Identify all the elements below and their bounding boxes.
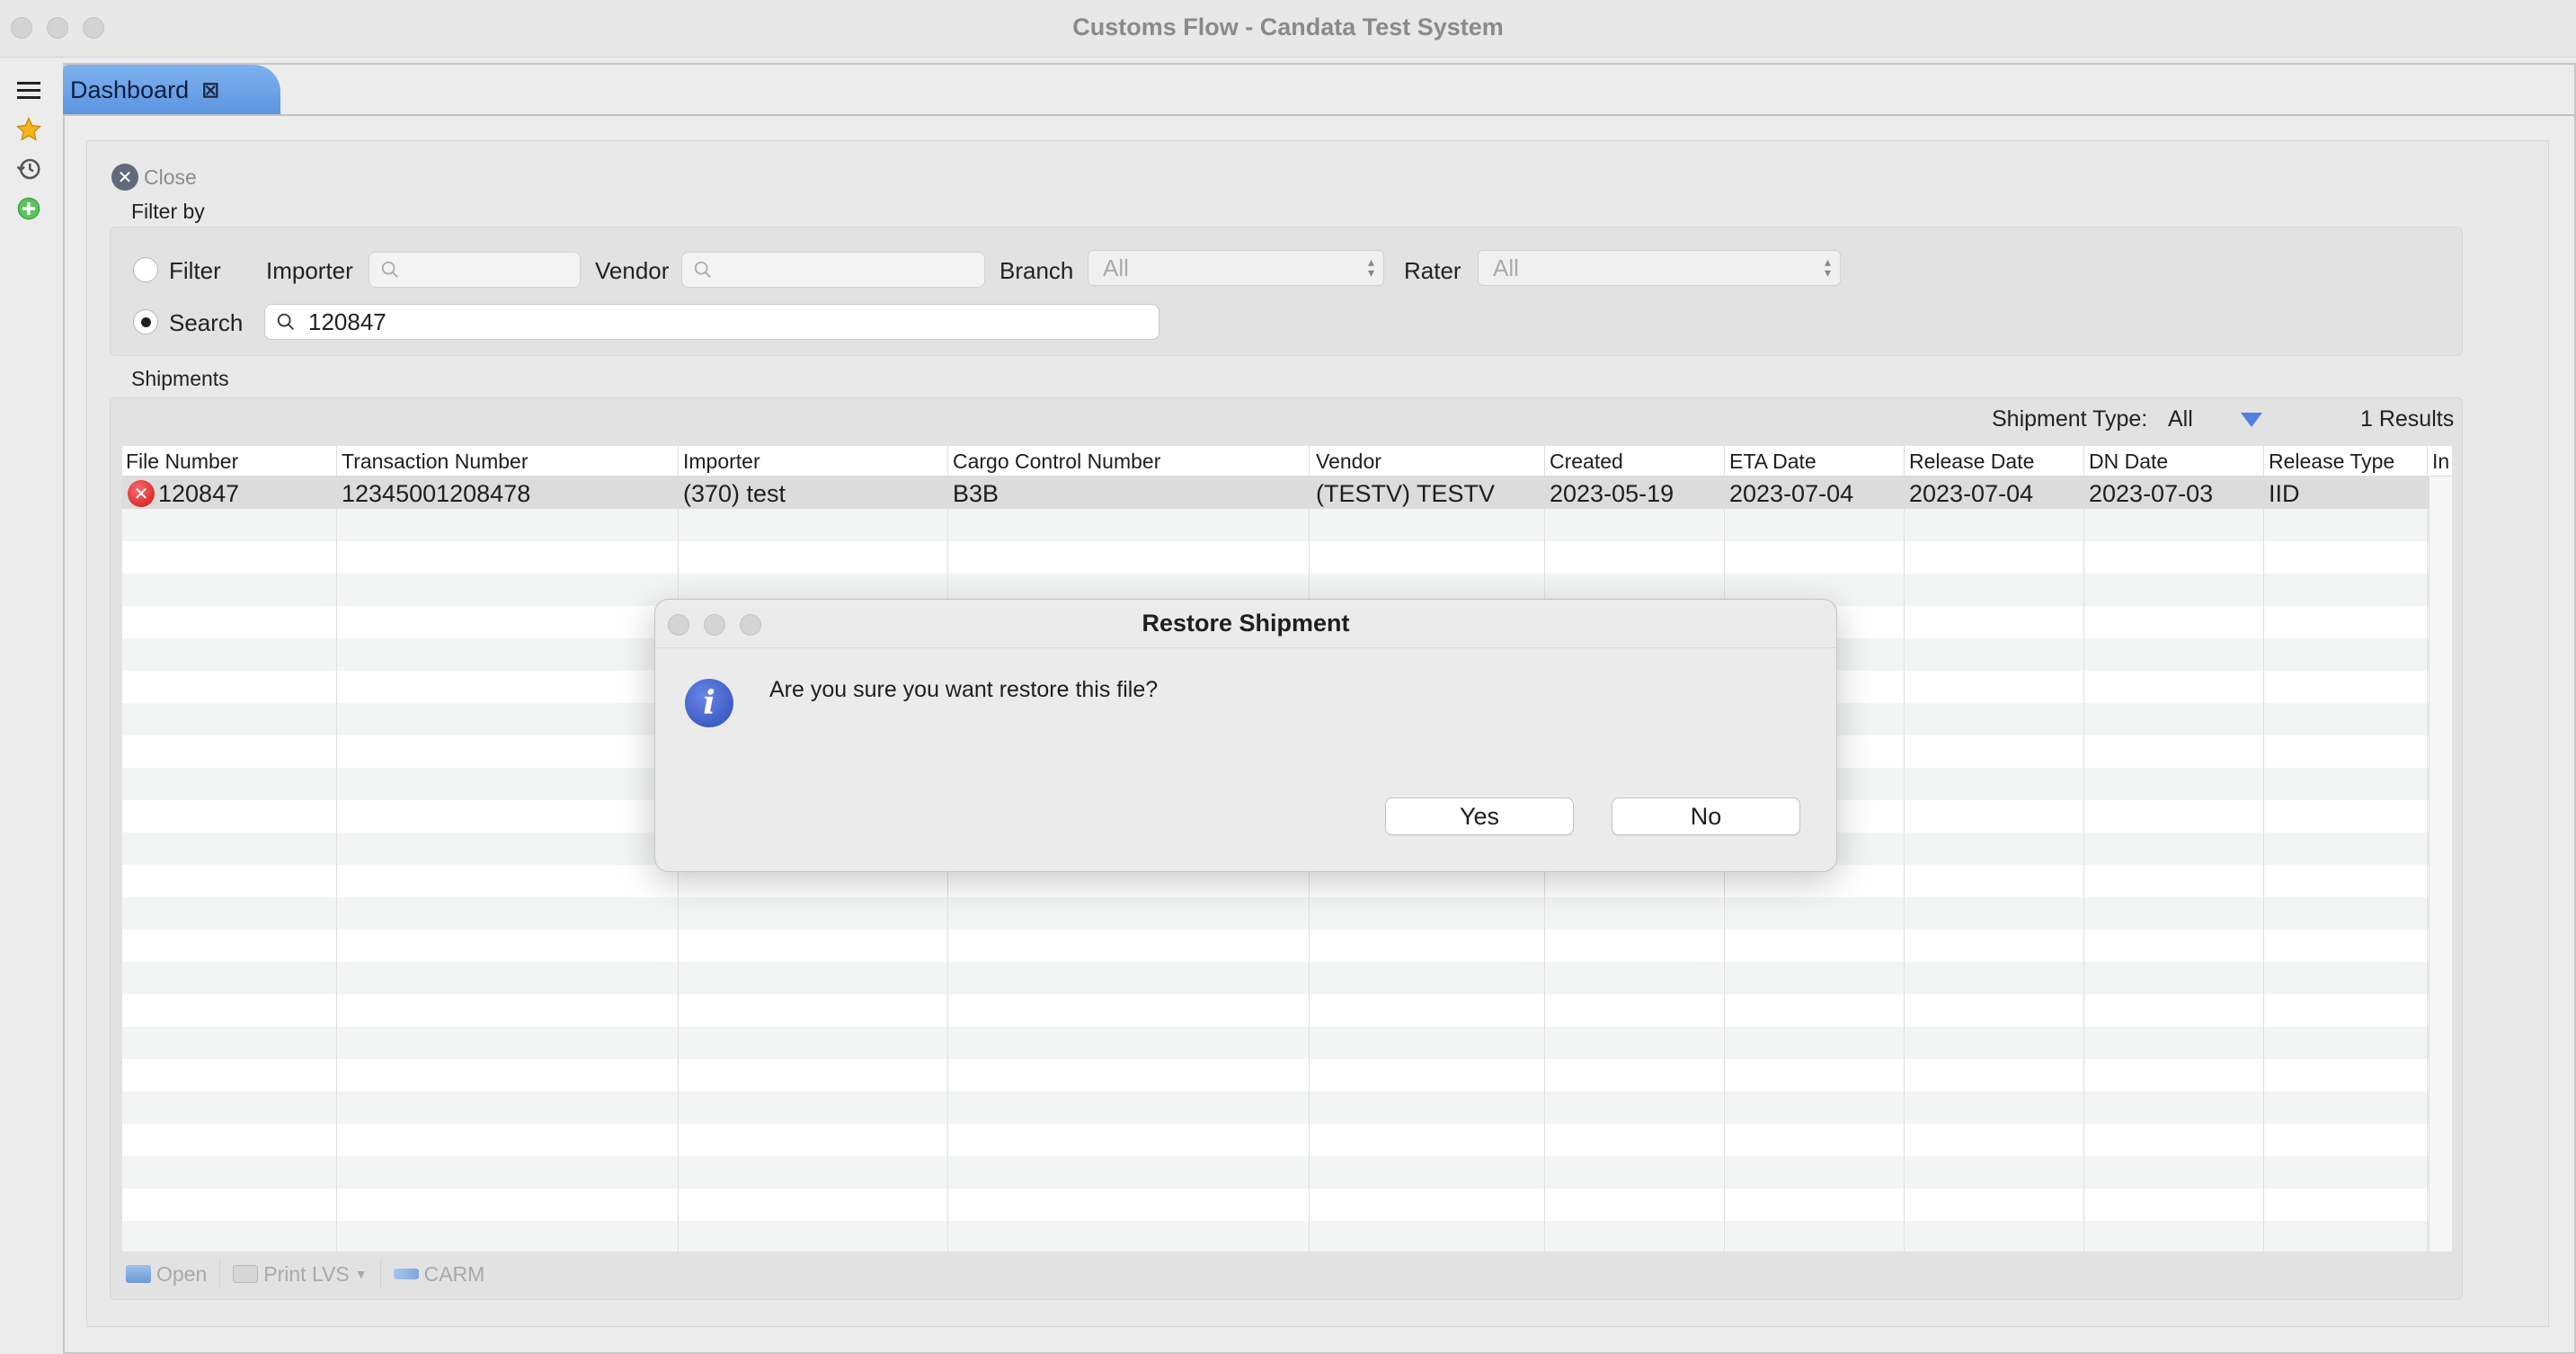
print-lvs-button[interactable]: Print LVS ▼ — [229, 1256, 379, 1292]
toolbar-separator — [379, 1259, 381, 1289]
add-icon[interactable] — [14, 194, 43, 223]
left-toolbar — [0, 58, 59, 1354]
cell-release-date: 2023-07-04 — [1909, 480, 2034, 507]
column-header-vendor[interactable]: Vendor — [1316, 450, 1381, 474]
shipment-type-value: All — [2168, 406, 2193, 432]
printer-icon — [233, 1265, 259, 1283]
column-divider[interactable] — [1904, 446, 1905, 1252]
dialog-message: Are you sure you want restore this file? — [769, 677, 1159, 702]
toolbar-separator — [219, 1259, 221, 1289]
table-header: File Number Transaction Number Importer … — [122, 446, 2452, 477]
favorites-star-icon[interactable] — [14, 115, 43, 144]
filter-radio-label: Filter — [169, 257, 221, 284]
column-header-dn-date[interactable]: DN Date — [2089, 450, 2168, 474]
window-titlebar: Customs Flow - Candata Test System — [0, 0, 2576, 58]
dropdown-triangle-icon[interactable] — [2240, 412, 2263, 428]
dialog-titlebar: Restore Shipment — [655, 600, 1836, 648]
column-header-release-date[interactable]: Release Date — [1909, 450, 2034, 474]
filter-radio[interactable] — [133, 257, 158, 282]
cell-importer: (370) test — [683, 480, 786, 507]
column-header-release-type[interactable]: Release Type — [2269, 450, 2394, 474]
error-icon: ✕ — [128, 480, 155, 507]
column-header-created[interactable]: Created — [1550, 450, 1623, 474]
close-label: Close — [144, 165, 197, 189]
results-count: 1 Results — [2360, 406, 2455, 432]
importer-label: Importer — [266, 257, 353, 284]
open-label: Open — [156, 1261, 208, 1286]
cell-transaction-number: 12345001208478 — [342, 480, 531, 507]
column-divider[interactable] — [2427, 446, 2428, 1252]
search-icon — [277, 313, 294, 330]
window-title: Customs Flow - Candata Test System — [1072, 13, 1504, 40]
rater-select[interactable]: All ▴ ▾ — [1478, 250, 1841, 286]
importer-search-input[interactable] — [369, 252, 581, 288]
yes-button[interactable]: Yes — [1385, 797, 1574, 835]
rater-value: All — [1493, 254, 1519, 281]
cell-dn-date: 2023-07-03 — [2089, 480, 2214, 507]
branch-label: Branch — [999, 257, 1074, 284]
close-panel-button[interactable]: ✕ Close — [111, 164, 197, 191]
info-icon: i — [685, 679, 733, 727]
search-icon — [694, 261, 711, 278]
folder-icon — [126, 1265, 151, 1283]
bottom-toolbar: Open Print LVS ▼ CARM — [122, 1253, 497, 1295]
arrow-right-icon — [393, 1269, 419, 1279]
cell-eta-date: 2023-07-04 — [1729, 480, 1854, 507]
column-header-eta-date[interactable]: ETA Date — [1729, 450, 1817, 474]
tab-dashboard[interactable]: Dashboard ⊠ — [63, 65, 280, 115]
select-arrows-icon: ▴ ▾ — [1824, 254, 1831, 280]
cell-cargo-control-number: B3B — [953, 480, 999, 507]
search-icon — [381, 261, 398, 278]
cell-vendor: (TESTV) TESTV — [1316, 480, 1496, 507]
close-icon: ✕ — [111, 164, 138, 191]
shipments-label: Shipments — [131, 367, 229, 390]
history-icon[interactable] — [14, 155, 43, 183]
print-lvs-label: Print LVS — [263, 1261, 350, 1286]
carm-button[interactable]: CARM — [390, 1256, 498, 1292]
chevron-down-icon[interactable]: ▼ — [355, 1267, 368, 1281]
table-scrollbar[interactable] — [2429, 477, 2452, 1252]
restore-shipment-dialog: Restore Shipment i Are you sure you want… — [654, 599, 1837, 872]
column-header-importer[interactable]: Importer — [683, 450, 760, 474]
shipment-search-input[interactable]: 120847 — [264, 304, 1159, 340]
column-header-transaction-number[interactable]: Transaction Number — [342, 450, 529, 474]
cell-file-number: 120847 — [158, 480, 240, 507]
cell-created: 2023-05-19 — [1550, 480, 1674, 507]
search-value: 120847 — [308, 307, 386, 335]
column-divider[interactable] — [2083, 446, 2084, 1252]
open-button[interactable]: Open — [122, 1256, 219, 1292]
column-divider[interactable] — [336, 446, 337, 1252]
column-header-file-number[interactable]: File Number — [126, 450, 238, 474]
tab-close-icon[interactable]: ⊠ — [201, 77, 219, 103]
rater-label: Rater — [1404, 257, 1461, 284]
branch-value: All — [1103, 254, 1129, 281]
column-header-cargo-control-number[interactable]: Cargo Control Number — [953, 450, 1160, 474]
carm-label: CARM — [423, 1261, 485, 1286]
shipment-type-label: Shipment Type: — [1992, 406, 2148, 432]
column-divider[interactable] — [2263, 446, 2264, 1252]
cell-release-type: IID — [2269, 480, 2300, 507]
filter-by-label: Filter by — [131, 200, 205, 223]
vendor-label: Vendor — [595, 257, 670, 284]
tab-label: Dashboard — [70, 76, 190, 103]
no-button[interactable]: No — [1612, 797, 1800, 835]
select-arrows-icon: ▴ ▾ — [1367, 254, 1374, 280]
tab-divider — [63, 114, 2576, 116]
search-radio-label: Search — [169, 309, 244, 336]
column-header-in[interactable]: In — [2432, 450, 2449, 474]
branch-select[interactable]: All ▴ ▾ — [1088, 250, 1384, 286]
vendor-search-input[interactable] — [681, 252, 985, 288]
hamburger-menu-icon[interactable] — [14, 76, 43, 104]
search-radio[interactable] — [133, 309, 158, 334]
dialog-title: Restore Shipment — [1141, 610, 1350, 637]
